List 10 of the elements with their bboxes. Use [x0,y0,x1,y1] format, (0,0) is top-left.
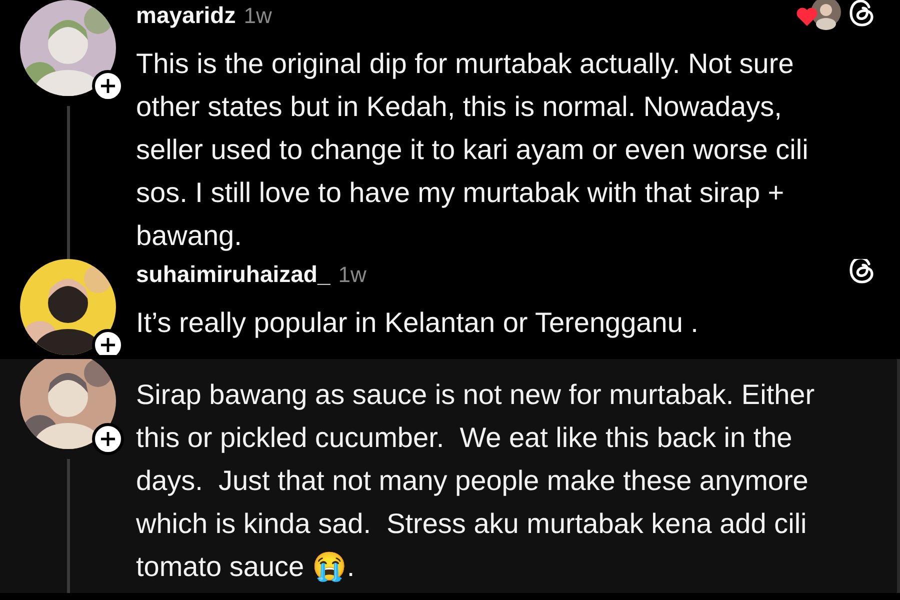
comment-text: It’s really popular in Kelantan or Terengganu . [136,306,700,340]
follow-icon[interactable] [92,423,124,455]
comment-text: This is the original dip for murtabak actually. Not sure other states but in Kedah, this is normal. Nowadays, seller used to change it to kari ayam or even worse cili sos. I still love to have my murtabak with that sirap + bawang. [136,47,810,253]
threads-logo-icon[interactable] [848,0,876,28]
threads-logo-icon[interactable] [848,259,876,285]
timestamp: 1w [244,3,272,29]
username[interactable]: suhaimiruhaizad_ [136,261,330,288]
comment-text: Sirap bawang as sauce is not new for murtabak. Either this or pickled cucumber. We eat like this back in the days. Just that not many people make these anymore which is kinda sad. Stress aku murtabak kena add cili tomato sauce 😭. [136,378,816,584]
timestamp: 1w [338,262,366,288]
username[interactable]: mayaridz [136,2,236,29]
